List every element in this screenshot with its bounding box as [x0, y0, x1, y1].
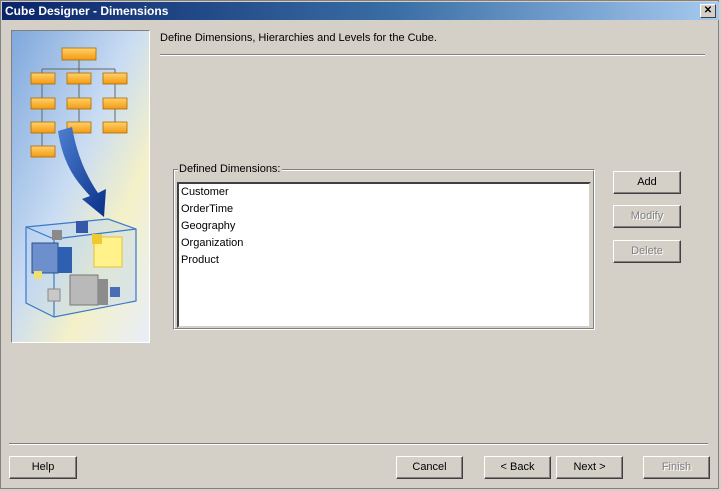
title-bar: Cube Designer - Dimensions ✕ — [2, 2, 719, 20]
cancel-button[interactable]: Cancel — [396, 456, 463, 479]
close-icon: ✕ — [703, 5, 713, 16]
modify-button[interactable]: Modify — [613, 205, 681, 228]
defined-dimensions-label: Defined Dimensions: — [178, 163, 282, 175]
list-item[interactable]: Organization — [181, 235, 243, 252]
dimensions-listbox[interactable]: Customer OrderTime Geography Organizatio… — [177, 182, 591, 328]
page-heading: Define Dimensions, Hierarchies and Level… — [160, 32, 437, 44]
delete-button[interactable]: Delete — [613, 240, 681, 263]
cube-hierarchy-illustration — [12, 31, 149, 342]
back-button[interactable]: < Back — [484, 456, 551, 479]
list-item[interactable]: Product — [181, 252, 219, 269]
next-button[interactable]: Next > — [556, 456, 623, 479]
help-button[interactable]: Help — [9, 456, 77, 479]
finish-button[interactable]: Finish — [643, 456, 710, 479]
wizard-illustration — [11, 30, 150, 343]
heading-divider — [160, 54, 705, 56]
list-item[interactable]: Geography — [181, 218, 235, 235]
list-item[interactable]: Customer — [181, 184, 229, 201]
footer-divider — [9, 443, 708, 445]
window-title: Cube Designer - Dimensions — [5, 4, 169, 18]
add-button[interactable]: Add — [613, 171, 681, 194]
close-button[interactable]: ✕ — [700, 4, 716, 18]
list-item[interactable]: OrderTime — [181, 201, 233, 218]
